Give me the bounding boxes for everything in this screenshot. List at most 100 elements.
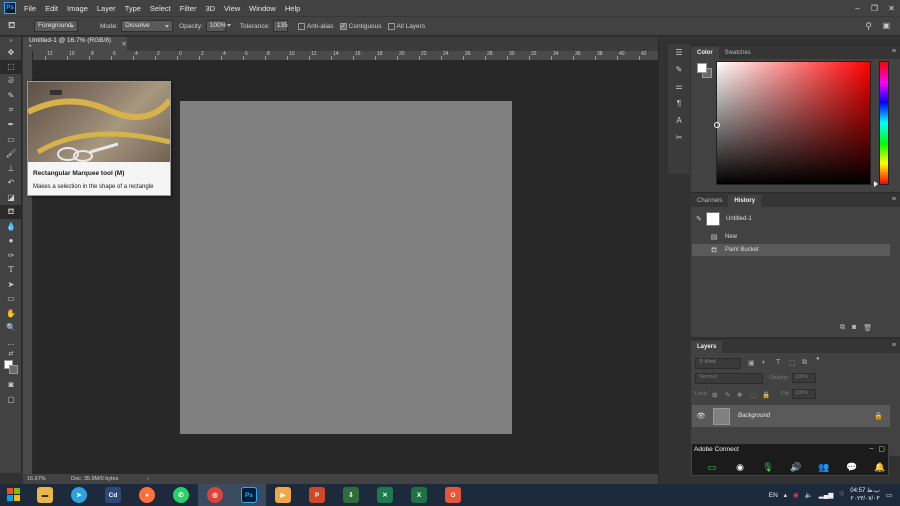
screen-mode-icon[interactable]: ▢ bbox=[0, 392, 22, 407]
snapshot-camera-icon[interactable]: ◙ bbox=[852, 324, 856, 332]
menu-edit[interactable]: Edit bbox=[45, 4, 58, 13]
telegram-icon[interactable]: ➤ bbox=[62, 484, 96, 506]
filter-pixel-icon[interactable]: ▣ bbox=[748, 359, 755, 367]
tab-color[interactable]: Color bbox=[691, 47, 719, 59]
layer-opacity-input[interactable]: 100% bbox=[792, 373, 816, 383]
menu-type[interactable]: Type bbox=[125, 4, 141, 13]
menu-3d[interactable]: 3D bbox=[205, 4, 215, 13]
history-brush-tool-icon[interactable]: ↶ bbox=[0, 176, 22, 191]
fill-input[interactable]: 100% bbox=[792, 389, 816, 399]
clock[interactable]: 04:57 ب.ظ ۲۰۲۳/۰۷/۰۳ bbox=[850, 487, 880, 503]
mode-dropdown[interactable]: Dissolve bbox=[121, 20, 174, 32]
menu-file[interactable]: File bbox=[24, 4, 36, 13]
paint-bucket-tool-preset-icon[interactable]: ⛾ bbox=[8, 20, 28, 32]
download-manager-icon[interactable]: ⇩ bbox=[334, 484, 368, 506]
menu-image[interactable]: Image bbox=[67, 4, 88, 13]
filter-smart-object-icon[interactable]: ⧉ bbox=[802, 359, 807, 367]
hue-slider[interactable] bbox=[879, 61, 889, 185]
security-icon[interactable]: ⛨ bbox=[839, 491, 844, 499]
trash-icon[interactable]: 🗑 bbox=[863, 324, 872, 332]
type-tool-icon[interactable]: T bbox=[0, 263, 22, 278]
camtasia-icon[interactable]: ✕ bbox=[368, 484, 402, 506]
path-selection-tool-icon[interactable]: ➤ bbox=[0, 277, 22, 292]
layer-row-background[interactable]: 👁 Background 🔒 bbox=[692, 405, 890, 427]
layer-filter-dropdown[interactable]: ⚲ Kind bbox=[695, 358, 741, 369]
excel-icon[interactable]: X bbox=[402, 484, 436, 506]
move-tool-icon[interactable]: ✥ bbox=[0, 45, 22, 60]
lock-position-icon[interactable]: ✥ bbox=[737, 391, 742, 399]
lock-artboard-icon[interactable]: ⬚ bbox=[750, 391, 756, 399]
tolerance-input[interactable]: 135 bbox=[272, 20, 288, 32]
webcam-icon[interactable]: ◉ bbox=[726, 460, 754, 474]
opacity-input[interactable]: 100% bbox=[205, 20, 227, 32]
rectangle-tool-icon[interactable]: ▭ bbox=[0, 292, 22, 307]
clone-stamp-tool-icon[interactable]: ⊥ bbox=[0, 161, 22, 176]
opacity-dropdown-arrow[interactable] bbox=[225, 20, 234, 32]
collapse-toolbar-icon[interactable]: » bbox=[0, 37, 22, 45]
visibility-eye-icon[interactable]: 👁 bbox=[694, 412, 708, 420]
new-document-from-state-icon[interactable]: ⧉ bbox=[840, 324, 845, 332]
menu-select[interactable]: Select bbox=[150, 4, 171, 13]
blend-mode-dropdown[interactable]: Normal bbox=[695, 373, 763, 384]
color-picker-cursor[interactable] bbox=[714, 122, 720, 128]
language-indicator[interactable]: EN bbox=[769, 492, 778, 499]
tab-swatches[interactable]: Swatches bbox=[719, 47, 757, 59]
color-swatches-icon[interactable] bbox=[0, 358, 22, 378]
network-icon[interactable]: ▂▄▆ bbox=[819, 491, 834, 499]
dodge-tool-icon[interactable]: ● bbox=[0, 234, 22, 249]
workspace-icon[interactable]: ▣ bbox=[882, 21, 890, 30]
hue-slider-marker[interactable] bbox=[874, 181, 878, 187]
crop-tool-icon[interactable]: ⌗ bbox=[0, 103, 22, 118]
show-hidden-icons-icon[interactable]: ▴ bbox=[784, 491, 787, 499]
whatsapp-icon[interactable]: ✆ bbox=[164, 484, 198, 506]
share-screen-icon[interactable]: ▭ bbox=[698, 460, 726, 474]
lock-all-icon[interactable]: 🔒 bbox=[762, 391, 770, 399]
layer-name[interactable]: Background bbox=[738, 413, 874, 419]
fill-source-dropdown[interactable]: Foreground bbox=[34, 20, 78, 32]
close-document-icon[interactable]: ✕ bbox=[122, 40, 127, 48]
panel-menu-icon[interactable]: ≡ bbox=[892, 196, 896, 203]
lasso-tool-icon[interactable]: ᘐ bbox=[0, 74, 22, 89]
history-step-row[interactable]: ⛾ Paint Bucket bbox=[692, 244, 890, 256]
hand-tool-icon[interactable]: ✋ bbox=[0, 306, 22, 321]
minimize-button[interactable]: – bbox=[849, 0, 866, 16]
filter-adjustment-icon[interactable]: ◐ bbox=[762, 359, 766, 366]
panel-menu-icon[interactable]: ≡ bbox=[892, 342, 896, 349]
microphone-icon[interactable]: 🎙 bbox=[754, 460, 782, 474]
filter-shape-icon[interactable]: ⬚ bbox=[789, 359, 796, 367]
filter-type-icon[interactable]: T bbox=[776, 359, 780, 366]
paint-bucket-tool-icon[interactable]: ⛾ bbox=[0, 204, 22, 219]
tab-layers[interactable]: Layers bbox=[691, 341, 723, 353]
menu-layer[interactable]: Layer bbox=[97, 4, 116, 13]
volume-icon[interactable]: 🔈 bbox=[805, 491, 813, 499]
file-explorer-icon[interactable]: ▬ bbox=[28, 484, 62, 506]
filter-toggle-icon[interactable]: ● bbox=[816, 356, 820, 362]
photoshop-taskbar-icon[interactable]: Ps bbox=[232, 484, 266, 506]
document-tab[interactable]: Untitled-1 @ 16.7% (RGB/8) * ✕ bbox=[23, 37, 127, 51]
menu-filter[interactable]: Filter bbox=[180, 4, 197, 13]
chrome-icon[interactable]: ◎ bbox=[198, 484, 232, 506]
history-step-row[interactable]: ▤ New bbox=[692, 231, 890, 243]
panel-menu-icon[interactable]: ≡ bbox=[892, 48, 896, 55]
history-brush-source-icon[interactable]: ✎ bbox=[696, 215, 702, 223]
search-icon[interactable]: ⚲ bbox=[865, 21, 872, 32]
zoom-level[interactable]: 16.67% bbox=[27, 476, 71, 482]
eraser-tool-icon[interactable]: ◪ bbox=[0, 190, 22, 205]
office-icon[interactable]: O bbox=[436, 484, 470, 506]
firefox-icon[interactable]: ● bbox=[130, 484, 164, 506]
chat-icon[interactable]: 💬 bbox=[838, 460, 866, 474]
all-layers-checkbox[interactable] bbox=[387, 22, 395, 30]
tool-presets-icon[interactable]: ✂ bbox=[668, 129, 690, 146]
record-icon[interactable]: ◉ bbox=[793, 491, 799, 499]
blur-tool-icon[interactable]: 💧 bbox=[0, 219, 22, 234]
quick-selection-tool-icon[interactable]: ✎ bbox=[0, 89, 22, 104]
history-snapshot-row[interactable]: ✎ Untitled-1 bbox=[692, 211, 890, 227]
lock-pixels-icon[interactable]: ✎ bbox=[725, 391, 730, 399]
media-player-icon[interactable]: ▶ bbox=[266, 484, 300, 506]
rectangular-marquee-tool-icon[interactable]: ⬚ bbox=[0, 59, 22, 74]
pen-tool-icon[interactable]: ✑ bbox=[0, 248, 22, 263]
tab-history[interactable]: History bbox=[728, 195, 762, 207]
character-icon[interactable]: A bbox=[668, 112, 690, 129]
start-button[interactable] bbox=[0, 484, 28, 506]
paragraph-icon[interactable]: ¶ bbox=[668, 95, 690, 112]
